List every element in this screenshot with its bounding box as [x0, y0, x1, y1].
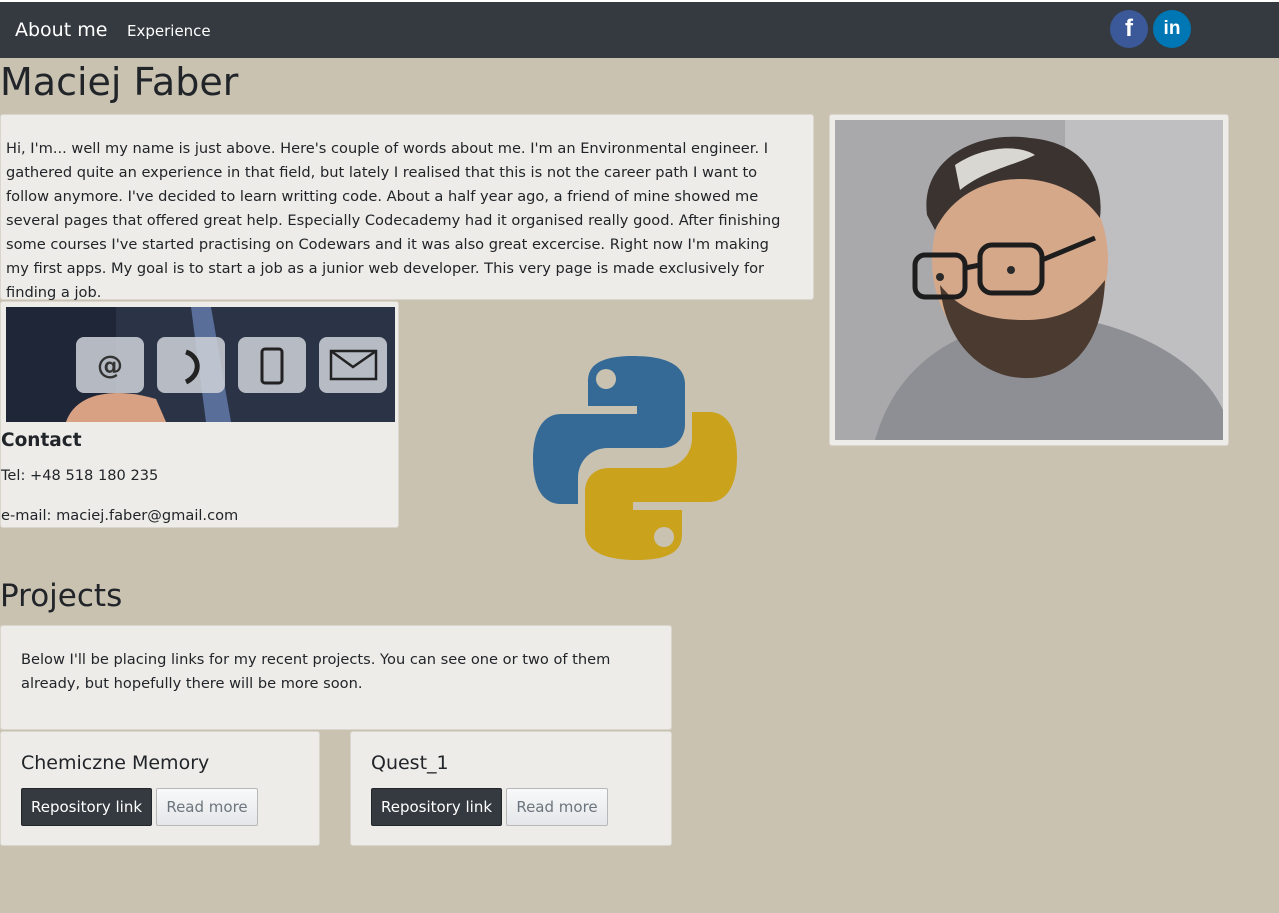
profile-photo-frame	[829, 114, 1229, 446]
project-title: Chemiczne Memory	[21, 752, 210, 774]
repository-link-button[interactable]: Repository link	[371, 788, 502, 826]
navbar: About me Experience f in	[0, 0, 1279, 58]
mobile-icon	[238, 337, 306, 393]
read-more-button[interactable]: Read more	[156, 788, 258, 826]
projects-intro-text: Below I'll be placing links for my recen…	[21, 651, 611, 692]
contact-tel: Tel: +48 518 180 235	[1, 467, 159, 484]
about-text: Hi, I'm... well my name is just above. H…	[6, 140, 781, 301]
project-title: Quest_1	[371, 752, 449, 774]
svg-text:@: @	[97, 351, 123, 381]
nav-brand-about-me[interactable]: About me	[15, 19, 107, 41]
contact-email[interactable]: e-mail: maciej.faber@gmail.com	[1, 507, 238, 524]
linkedin-icon[interactable]: in	[1153, 10, 1191, 48]
profile-photo	[835, 120, 1223, 440]
repository-link-button[interactable]: Repository link	[21, 788, 152, 826]
about-card: Hi, I'm... well my name is just above. H…	[0, 114, 814, 301]
projects-intro-card: Below I'll be placing links for my recen…	[0, 625, 672, 730]
python-logo-icon	[533, 356, 737, 560]
project-card-quest-1: Quest_1 Repository link Read more	[350, 731, 672, 846]
read-more-button[interactable]: Read more	[506, 788, 608, 826]
projects-title: Projects	[0, 578, 123, 614]
contact-banner-image: @	[6, 307, 395, 422]
phone-icon	[157, 337, 225, 393]
page-title: Maciej Faber	[0, 60, 239, 104]
facebook-icon[interactable]: f	[1110, 10, 1148, 48]
nav-link-experience[interactable]: Experience	[127, 22, 211, 40]
project-card-chemiczne-memory: Chemiczne Memory Repository link Read mo…	[0, 731, 320, 846]
contact-card: @ Contact Tel: +48 518 180 235 e-mail: m…	[0, 301, 399, 528]
contact-title: Contact	[1, 430, 82, 451]
